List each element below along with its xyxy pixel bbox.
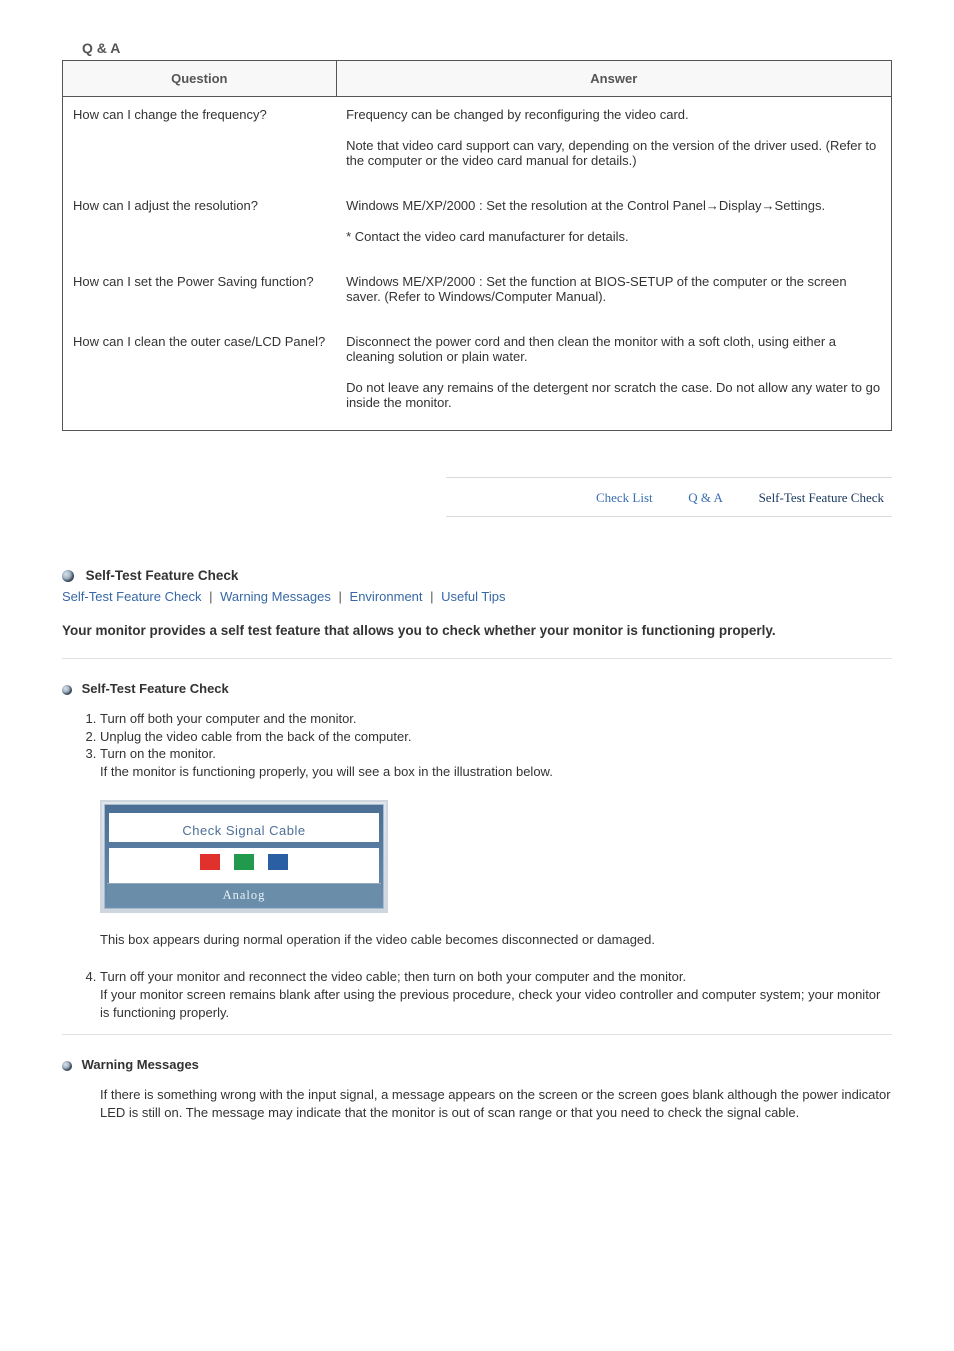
below-illustration-text: This box appears during normal operation…	[100, 931, 892, 949]
anchor-bar: Self-Test Feature Check | Warning Messag…	[62, 589, 892, 604]
red-square-icon	[200, 854, 220, 870]
signal-box-title: Check Signal Cable	[109, 813, 379, 842]
self-test-subheading-row: Self-Test Feature Check	[62, 681, 892, 696]
qa-answer-para: Disconnect the power cord and then clean…	[346, 334, 881, 364]
signal-box-footer: Analog	[107, 883, 381, 906]
qa-answer-para: * Contact the video card manufacturer fo…	[346, 229, 881, 244]
qa-answer: Frequency can be changed by reconfigurin…	[336, 97, 891, 189]
step-text: Turn on the monitor.	[100, 746, 216, 761]
anchor-warning-messages[interactable]: Warning Messages	[220, 589, 331, 604]
self-test-steps-continued: Turn off your monitor and reconnect the …	[100, 968, 892, 1023]
anchor-useful-tips[interactable]: Useful Tips	[441, 589, 505, 604]
step-text: If the monitor is functioning properly, …	[100, 764, 553, 779]
qa-question: How can I change the frequency?	[63, 97, 337, 189]
step-item: Unplug the video cable from the back of …	[100, 728, 892, 746]
bullet-icon	[62, 685, 72, 695]
self-test-heading-row: Self-Test Feature Check	[62, 567, 892, 583]
nav-check-list[interactable]: Check List	[596, 490, 653, 506]
qa-question: How can I adjust the resolution?	[63, 188, 337, 264]
qa-section-title: Q & A	[62, 40, 892, 56]
qa-row: How can I adjust the resolution? Windows…	[63, 188, 892, 264]
warning-heading-row: Warning Messages	[62, 1057, 892, 1072]
color-squares	[109, 848, 379, 883]
warning-paragraph: If there is something wrong with the inp…	[100, 1086, 892, 1122]
signal-box: Check Signal Cable Analog	[100, 800, 388, 913]
step-text: If your monitor screen remains blank aft…	[100, 987, 880, 1020]
qa-header-question: Question	[63, 61, 337, 97]
qa-answer-para: Windows ME/XP/2000 : Set the resolution …	[346, 198, 881, 213]
anchor-environment[interactable]: Environment	[350, 589, 423, 604]
self-test-intro: Your monitor provides a self test featur…	[62, 622, 892, 640]
qa-table-header-row: Question Answer	[63, 61, 892, 97]
anchor-self-test[interactable]: Self-Test Feature Check	[62, 589, 201, 604]
step-item: Turn on the monitor. If the monitor is f…	[100, 745, 892, 780]
bullet-icon	[62, 570, 74, 582]
qa-row: How can I set the Power Saving function?…	[63, 264, 892, 324]
self-test-steps: Turn off both your computer and the moni…	[100, 710, 892, 780]
step-item: Turn off both your computer and the moni…	[100, 710, 892, 728]
qa-answer: Windows ME/XP/2000 : Set the function at…	[336, 264, 891, 324]
separator: |	[430, 589, 433, 604]
nav-self-test[interactable]: Self-Test Feature Check	[759, 490, 884, 506]
qa-row: How can I clean the outer case/LCD Panel…	[63, 324, 892, 431]
separator: |	[339, 589, 342, 604]
bullet-icon	[62, 1061, 72, 1071]
step-item: Turn off your monitor and reconnect the …	[100, 968, 892, 1023]
page-content: Q & A Question Answer How can I change t…	[2, 0, 952, 1203]
nav-q-and-a[interactable]: Q & A	[688, 490, 723, 506]
signal-cable-illustration: Check Signal Cable Analog	[100, 800, 892, 913]
self-test-heading: Self-Test Feature Check	[86, 568, 239, 583]
qa-question: How can I set the Power Saving function?	[63, 264, 337, 324]
qa-header-answer: Answer	[336, 61, 891, 97]
divider	[62, 1034, 892, 1035]
qa-answer-para: Do not leave any remains of the detergen…	[346, 380, 881, 410]
blue-square-icon	[268, 854, 288, 870]
top-nav: Check List Q & A Self-Test Feature Check	[446, 477, 892, 517]
warning-heading: Warning Messages	[82, 1057, 199, 1072]
qa-answer-para: Note that video card support can vary, d…	[346, 138, 881, 168]
step-text: Turn off your monitor and reconnect the …	[100, 969, 686, 984]
green-square-icon	[234, 854, 254, 870]
divider	[62, 658, 892, 659]
separator: |	[209, 589, 212, 604]
self-test-subheading: Self-Test Feature Check	[82, 681, 229, 696]
qa-answer-para: Frequency can be changed by reconfigurin…	[346, 107, 881, 122]
qa-answer: Disconnect the power cord and then clean…	[336, 324, 891, 431]
qa-table: Question Answer How can I change the fre…	[62, 60, 892, 431]
qa-row: How can I change the frequency? Frequenc…	[63, 97, 892, 189]
qa-answer: Windows ME/XP/2000 : Set the resolution …	[336, 188, 891, 264]
qa-question: How can I clean the outer case/LCD Panel…	[63, 324, 337, 431]
qa-answer-para: Windows ME/XP/2000 : Set the function at…	[346, 274, 881, 304]
